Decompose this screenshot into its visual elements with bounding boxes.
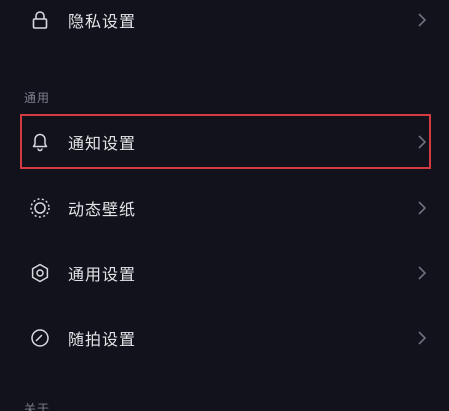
dynamic-wallpaper-label: 动态壁纸 (68, 200, 137, 219)
snapshot-settings-label: 随拍设置 (68, 330, 137, 349)
general-settings-row[interactable]: 通用设置 (0, 247, 449, 299)
chevron-right-icon (415, 331, 429, 345)
notification-settings-label: 通知设置 (68, 134, 137, 153)
chevron-right-icon (415, 266, 429, 280)
privacy-settings-label: 隐私设置 (68, 12, 137, 31)
section-label-about: 关于 (24, 402, 51, 411)
camera-circle-icon (29, 327, 51, 349)
gear-icon (29, 262, 51, 284)
wallpaper-icon (29, 197, 51, 219)
lock-icon (29, 9, 51, 31)
chevron-right-icon (415, 13, 429, 27)
privacy-settings-row[interactable]: 隐私设置 (0, 0, 449, 46)
dynamic-wallpaper-row[interactable]: 动态壁纸 (0, 182, 449, 234)
bell-icon (29, 131, 51, 153)
section-label-general: 通用 (24, 91, 51, 105)
settings-screen: 隐私设置 通用 通知设置 动态壁纸 通用设置 随拍设置 关于 (0, 0, 449, 411)
chevron-right-icon (415, 135, 429, 149)
general-settings-label: 通用设置 (68, 265, 137, 284)
snapshot-settings-row[interactable]: 随拍设置 (0, 312, 449, 364)
notification-settings-row[interactable]: 通知设置 (0, 116, 449, 168)
chevron-right-icon (415, 201, 429, 215)
